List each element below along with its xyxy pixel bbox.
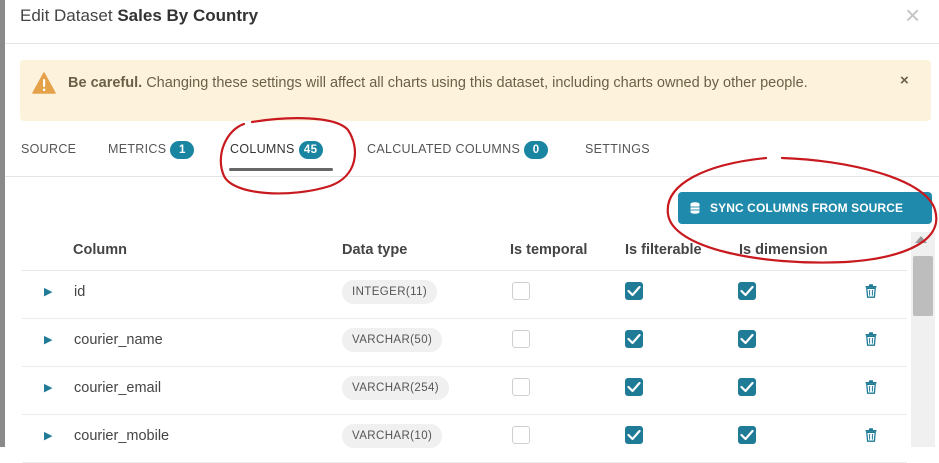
is-dimension-checkbox[interactable] xyxy=(738,282,756,300)
data-type-label: VARCHAR(50) xyxy=(342,328,443,352)
column-name: id xyxy=(74,284,86,300)
data-type-label: VARCHAR(254) xyxy=(342,376,450,400)
table-row: ▶ id INTEGER(11) xyxy=(22,271,907,319)
tab-label: COLUMNS xyxy=(230,142,295,156)
tab-count-badge: 1 xyxy=(170,140,195,159)
trash-icon[interactable] xyxy=(865,284,877,298)
tab-label: SETTINGS xyxy=(585,142,650,156)
alert-close-icon[interactable]: × xyxy=(900,72,909,89)
is-filterable-checkbox[interactable] xyxy=(625,378,643,396)
column-name: courier_email xyxy=(74,380,162,396)
is-temporal-checkbox[interactable] xyxy=(512,282,530,300)
is-filterable-checkbox[interactable] xyxy=(625,282,643,300)
tab-source[interactable]: SOURCE xyxy=(21,135,76,169)
expand-caret-icon[interactable]: ▶ xyxy=(44,333,52,346)
modal-title-prefix: Edit Dataset xyxy=(20,6,113,25)
tab-metrics[interactable]: METRICS 1 xyxy=(108,135,195,169)
is-temporal-checkbox[interactable] xyxy=(512,330,530,348)
active-tab-indicator xyxy=(229,168,333,171)
expand-caret-icon[interactable]: ▶ xyxy=(44,285,52,298)
warning-alert: Be careful. Changing these settings will… xyxy=(20,60,931,121)
is-filterable-checkbox[interactable] xyxy=(625,426,643,444)
is-dimension-checkbox[interactable] xyxy=(738,378,756,396)
table-row: ▶ courier_mobile VARCHAR(10) xyxy=(22,415,907,463)
sync-columns-button[interactable]: SYNC COLUMNS FROM SOURCE xyxy=(678,192,932,224)
header-is-dimension[interactable]: Is dimension xyxy=(739,242,828,258)
header-column[interactable]: Column xyxy=(73,242,127,258)
table-row: ▶ courier_email VARCHAR(254) xyxy=(22,367,907,415)
dataset-name: Sales By Country xyxy=(117,6,259,25)
tab-count-badge: 45 xyxy=(298,140,323,159)
tab-label: METRICS xyxy=(108,142,167,156)
header-data-type[interactable]: Data type xyxy=(342,242,407,258)
tab-calculated-columns[interactable]: CALCULATED COLUMNS 0 xyxy=(367,135,549,169)
tab-label: SOURCE xyxy=(21,142,77,156)
trash-icon[interactable] xyxy=(865,332,877,346)
data-type-label: VARCHAR(10) xyxy=(342,424,443,448)
database-icon xyxy=(690,202,700,214)
tab-settings[interactable]: SETTINGS xyxy=(585,135,650,169)
is-filterable-checkbox[interactable] xyxy=(625,330,643,348)
tabs-divider xyxy=(5,176,939,177)
table-row: ▶ courier_name VARCHAR(50) xyxy=(22,319,907,367)
tab-count-badge: 0 xyxy=(524,140,549,159)
tab-label: CALCULATED COLUMNS xyxy=(367,142,521,156)
header-is-temporal[interactable]: Is temporal xyxy=(510,242,587,258)
warning-icon xyxy=(32,72,56,94)
data-type-label: INTEGER(11) xyxy=(342,280,438,304)
is-dimension-checkbox[interactable] xyxy=(738,426,756,444)
modal-title: Edit Dataset Sales By Country xyxy=(20,6,258,26)
expand-caret-icon[interactable]: ▶ xyxy=(44,381,52,394)
scrollbar-thumb[interactable] xyxy=(913,256,933,316)
tab-bar: SOURCE METRICS 1 COLUMNS 45 CALCULATED COL… xyxy=(0,135,939,177)
close-icon[interactable]: × xyxy=(905,2,920,28)
tab-columns[interactable]: COLUMNS 45 xyxy=(230,135,323,169)
alert-text: Be careful. Changing these settings will… xyxy=(68,72,858,94)
scroll-up-icon[interactable] xyxy=(915,236,927,243)
is-temporal-checkbox[interactable] xyxy=(512,426,530,444)
trash-icon[interactable] xyxy=(865,380,877,394)
backdrop-edge xyxy=(0,0,5,447)
sync-button-label: SYNC COLUMNS FROM SOURCE xyxy=(710,201,904,215)
header-divider xyxy=(5,43,939,44)
column-name: courier_mobile xyxy=(74,428,170,444)
is-temporal-checkbox[interactable] xyxy=(512,378,530,396)
header-is-filterable[interactable]: Is filterable xyxy=(625,242,702,258)
trash-icon[interactable] xyxy=(865,428,877,442)
column-name: courier_name xyxy=(74,332,163,348)
alert-strong: Be careful. xyxy=(68,75,143,91)
is-dimension-checkbox[interactable] xyxy=(738,330,756,348)
expand-caret-icon[interactable]: ▶ xyxy=(44,429,52,442)
alert-message: Changing these settings will affect all … xyxy=(146,75,808,91)
